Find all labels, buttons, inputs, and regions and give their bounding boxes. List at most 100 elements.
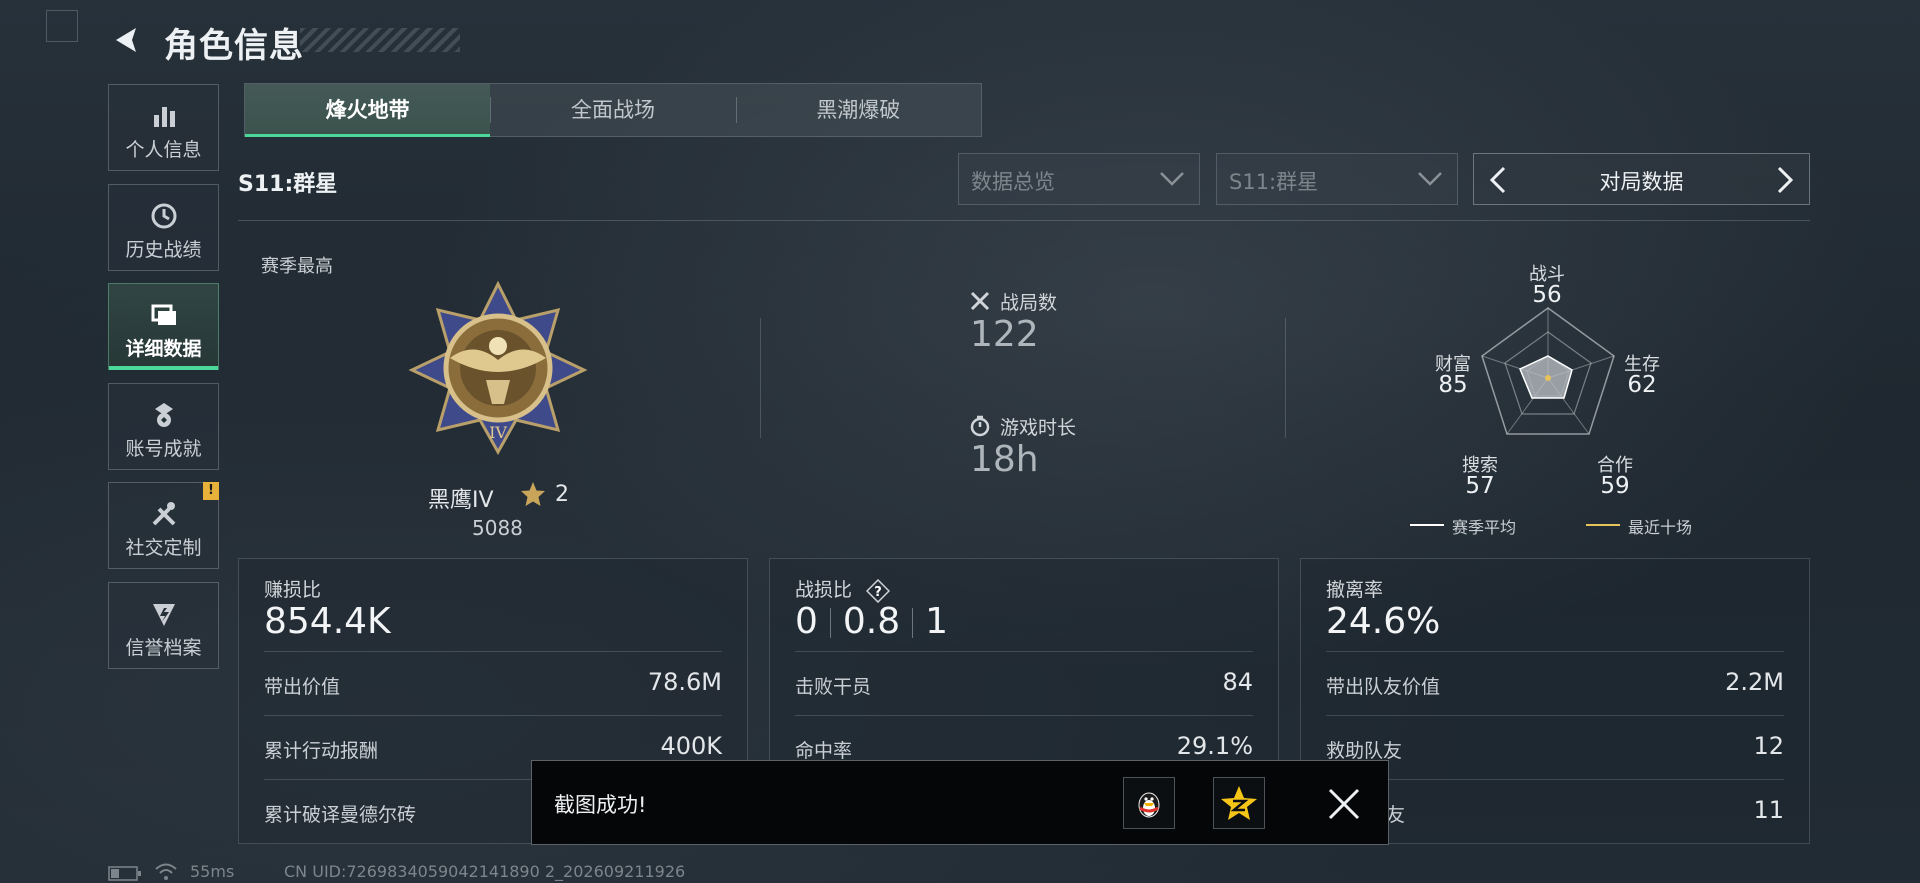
close-icon[interactable] xyxy=(1327,787,1361,821)
radar-axis-value: 56 xyxy=(1532,282,1562,308)
radar-axis-value: 62 xyxy=(1627,372,1657,398)
sidebar-item-label: 历史战绩 xyxy=(125,239,202,261)
matches-label: 战局数 xyxy=(1000,292,1058,314)
tab-mode-3[interactable]: 黑潮爆破 xyxy=(735,84,981,136)
title-stripes-decoration xyxy=(300,28,460,52)
season-label: S11:群星 xyxy=(238,172,338,197)
dropdown-value: S11:群星 xyxy=(1229,170,1319,194)
radar-chart xyxy=(1481,307,1615,435)
stat-label: 带出价值 xyxy=(264,676,341,698)
crossed-swords-icon xyxy=(970,291,990,311)
data-type-dropdown[interactable]: 数据总览 xyxy=(958,153,1200,205)
kd-ratio: 0 0.8 1 xyxy=(795,601,948,642)
card-title: 战损比 ? xyxy=(795,575,891,603)
bar-chart-icon xyxy=(153,107,175,127)
legend-swatch-season-average xyxy=(1410,524,1444,526)
stat-value: 2.2M xyxy=(1725,668,1784,696)
sidebar-item-detailed-data[interactable]: 详细数据 xyxy=(108,283,219,370)
stat-value: 84 xyxy=(1222,668,1253,696)
stat-label: 累计破译曼德尔砖 xyxy=(264,804,417,826)
stat-value: 11 xyxy=(1753,796,1784,824)
sidebar-item-personal-info[interactable]: 个人信息 xyxy=(108,84,219,171)
stat-label: 命中率 xyxy=(795,740,853,762)
radar-recent-point xyxy=(1545,375,1551,381)
help-icon[interactable]: ? xyxy=(866,578,891,603)
dropdown-value: 数据总览 xyxy=(971,170,1055,194)
chevron-right-icon[interactable] xyxy=(1773,166,1797,194)
radar-axis-value: 59 xyxy=(1600,473,1630,499)
share-qzone-button[interactable] xyxy=(1213,777,1265,829)
uid-status: CN UID:7269834059042141890 2_20260921192… xyxy=(284,862,686,881)
clock-icon xyxy=(151,203,176,229)
sidebar-item-label: 信誉档案 xyxy=(125,637,202,659)
chevron-down-icon xyxy=(1160,172,1184,186)
card-title: 赚损比 xyxy=(264,579,322,601)
ratio-separator xyxy=(912,608,914,638)
section-divider xyxy=(238,220,1810,221)
stat-row: 带出价值 78.6M xyxy=(264,651,722,716)
rank-emblem-icon: IV xyxy=(408,280,588,456)
season-best-label: 赛季最高 xyxy=(261,256,333,277)
star-icon xyxy=(521,482,545,506)
rank-score: 5088 xyxy=(472,516,523,540)
tab-mode-2[interactable]: 全面战场 xyxy=(490,84,735,136)
ping-status: 55ms xyxy=(190,862,235,881)
page-title: 角色信息 xyxy=(164,26,304,66)
sidebar-item-history[interactable]: 历史战绩 xyxy=(108,184,219,271)
qq-penguin-icon xyxy=(1138,792,1160,818)
battery-icon xyxy=(108,866,141,881)
stat-row: 友 11 xyxy=(1326,779,1784,844)
stat-value: 78.6M xyxy=(647,668,722,696)
stat-value: 12 xyxy=(1753,732,1784,760)
stat-value: 29.1% xyxy=(1176,732,1253,760)
qzone-star-icon xyxy=(1221,786,1257,820)
medal-icon xyxy=(154,403,173,427)
radar-axis-value: 85 xyxy=(1438,372,1468,398)
screenshot-toast: 截图成功! xyxy=(531,760,1389,845)
back-arrow-icon[interactable] xyxy=(108,22,144,58)
ratio-separator xyxy=(829,608,831,638)
radar-axis-value: 57 xyxy=(1465,473,1495,499)
svg-text:?: ? xyxy=(874,585,882,600)
matches-value: 122 xyxy=(970,314,1039,355)
sidebar-item-label: 详细数据 xyxy=(125,338,202,360)
sidebar-item-credit-record[interactable]: 信誉档案 xyxy=(108,582,219,669)
mode-tabs: 烽火地带 全面战场 黑潮爆破 xyxy=(244,83,982,137)
corner-decoration xyxy=(46,10,78,42)
overview-divider xyxy=(1285,318,1286,438)
stat-value: 400K xyxy=(660,732,722,760)
stopwatch-icon xyxy=(970,415,990,437)
card-title-text: 战损比 xyxy=(795,579,853,601)
stat-label: 救助队友 xyxy=(1326,740,1403,762)
stat-label: 累计行动报酬 xyxy=(264,740,379,762)
tab-mode-1[interactable]: 烽火地带 xyxy=(245,84,491,137)
card-title: 撤离率 xyxy=(1326,579,1384,601)
svg-text:IV: IV xyxy=(489,423,507,442)
tools-icon xyxy=(152,502,175,526)
kd-value: 0 xyxy=(795,601,818,642)
sidebar-item-social-custom[interactable]: 社交定制 ! xyxy=(108,482,219,569)
sidebar-item-label: 账号成就 xyxy=(125,438,202,460)
wifi-icon xyxy=(155,863,177,880)
legend-label: 最近十场 xyxy=(1628,518,1693,537)
notification-badge: ! xyxy=(203,482,219,500)
sidebar-item-achievements[interactable]: 账号成就 xyxy=(108,383,219,470)
pager-label: 对局数据 xyxy=(1599,170,1684,194)
season-dropdown[interactable]: S11:群星 xyxy=(1216,153,1458,205)
sidebar-item-label: 社交定制 xyxy=(125,537,202,559)
kd-value: 0.8 xyxy=(842,601,901,642)
shield-icon xyxy=(152,604,175,626)
rank-name: 黑鹰IV xyxy=(428,488,494,513)
rank-star-count: 2 xyxy=(555,482,569,507)
card-main-value: 854.4K xyxy=(264,601,391,642)
chevron-down-icon xyxy=(1418,172,1442,186)
playtime-value: 18h xyxy=(970,439,1039,480)
toast-message: 截图成功! xyxy=(554,793,647,817)
card-main-value: 24.6% xyxy=(1326,601,1441,642)
share-qq-button[interactable] xyxy=(1123,777,1175,829)
stat-row: 带出队友价值 2.2M xyxy=(1326,651,1784,716)
stat-label: 带出队友价值 xyxy=(1326,676,1441,698)
stat-row: 救助队友 12 xyxy=(1326,715,1784,780)
overview-divider xyxy=(760,318,761,438)
playtime-label: 游戏时长 xyxy=(1000,417,1077,439)
